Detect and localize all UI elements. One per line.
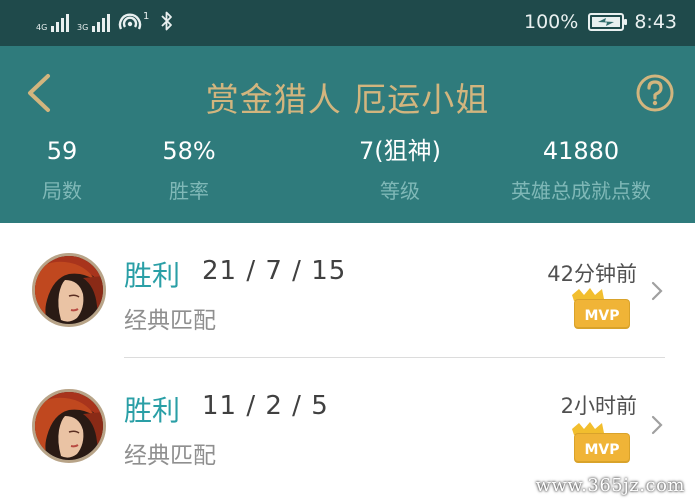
match-time: 2小时前 bbox=[560, 394, 637, 418]
clock: 8:43 bbox=[634, 11, 677, 33]
stat-value: 7(狙神) bbox=[359, 137, 441, 165]
signal-3g-indicator: 3G bbox=[77, 14, 110, 32]
hotspot-count: 1 bbox=[143, 11, 149, 22]
match-kda: 21 / 7 / 15 bbox=[202, 256, 347, 286]
miss-fortune-portrait bbox=[35, 256, 103, 324]
help-icon[interactable] bbox=[635, 73, 675, 113]
stat-achievement-points: 41880 英雄总成就点数 bbox=[511, 134, 651, 208]
stat-level: 7(狙神) 等级 bbox=[359, 134, 441, 208]
match-result: 胜利 bbox=[124, 394, 181, 427]
hero-stats: 59 局数 58% 胜率 7(狙神) 等级 41880 英雄总成就点数 bbox=[0, 134, 695, 214]
signal-bars-icon bbox=[92, 14, 110, 32]
mvp-label: MVP bbox=[584, 442, 619, 458]
watermark: www.365jz.com bbox=[535, 475, 685, 496]
stat-label: 胜率 bbox=[169, 179, 209, 203]
network-type-label: 3G bbox=[77, 23, 89, 32]
hero-header: 赏金猎人 厄运小姐 59 局数 58% 胜率 7(狙神) 等级 41880 英雄… bbox=[0, 46, 695, 223]
network-type-label: 4G bbox=[36, 23, 48, 32]
stat-label: 等级 bbox=[380, 179, 420, 203]
match-time: 42分钟前 bbox=[547, 262, 637, 286]
signal-bars-icon bbox=[51, 14, 69, 32]
battery-percent: 100% bbox=[524, 11, 579, 33]
miss-fortune-portrait bbox=[35, 392, 103, 460]
stat-value: 41880 bbox=[542, 137, 620, 165]
hero-avatar bbox=[32, 253, 106, 327]
stat-games: 59 局数 bbox=[42, 134, 82, 208]
battery-icon bbox=[588, 13, 628, 31]
stat-win-rate: 58% 胜率 bbox=[162, 134, 215, 208]
mvp-badge: MVP bbox=[572, 422, 630, 463]
status-bar-left: 4G 3G 1 bbox=[36, 10, 174, 32]
match-result: 胜利 bbox=[124, 259, 181, 292]
stat-value: 58% bbox=[162, 137, 216, 165]
hotspot-icon: 1 bbox=[118, 11, 149, 30]
chevron-right-icon bbox=[651, 281, 663, 301]
mvp-label: MVP bbox=[584, 308, 619, 324]
page-title: 赏金猎人 厄运小姐 bbox=[205, 80, 490, 119]
stat-label: 局数 bbox=[42, 179, 82, 203]
match-list: 胜利 21 / 7 / 15 经典匹配 42分钟前 MVP 胜利 11 / 2 … bbox=[0, 223, 695, 500]
match-row[interactable]: 胜利 11 / 2 / 5 经典匹配 2小时前 MVP bbox=[0, 359, 695, 494]
chevron-right-icon bbox=[651, 415, 663, 435]
match-mode: 经典匹配 bbox=[124, 443, 216, 469]
mvp-badge: MVP bbox=[572, 288, 630, 329]
status-bar-right: 100% 8:43 bbox=[524, 11, 677, 33]
stat-label: 英雄总成就点数 bbox=[511, 179, 651, 203]
hero-avatar bbox=[32, 389, 106, 463]
match-kda: 11 / 2 / 5 bbox=[202, 391, 329, 421]
signal-4g-indicator: 4G bbox=[36, 14, 69, 32]
charging-bolt-icon bbox=[598, 18, 615, 26]
match-mode: 经典匹配 bbox=[124, 308, 216, 334]
stat-value: 59 bbox=[46, 137, 78, 165]
bluetooth-icon bbox=[161, 11, 172, 31]
match-row[interactable]: 胜利 21 / 7 / 15 经典匹配 42分钟前 MVP bbox=[0, 223, 695, 358]
row-divider bbox=[124, 357, 665, 358]
status-bar: 4G 3G 1 100% 8:43 bbox=[0, 0, 695, 46]
